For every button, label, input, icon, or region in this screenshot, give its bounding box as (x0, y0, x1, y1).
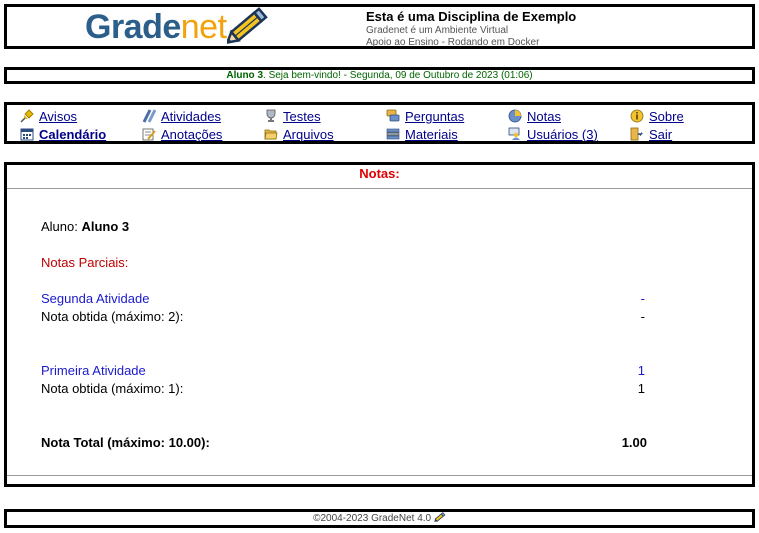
activity-name: Segunda Atividade (41, 291, 150, 306)
nav-link-testes[interactable]: Testes (283, 109, 321, 124)
course-subtitle-2: Apoio ao Ensino - Rodando em Docker (366, 37, 540, 48)
total-value: 1.00 (621, 435, 647, 450)
main-nav: Avisos Atividades Testes Perguntas Notas… (4, 102, 755, 144)
nav-item-usuarios[interactable]: Usuários (3) (508, 126, 598, 142)
nav-item-materiais[interactable]: Materiais (386, 126, 458, 142)
nav-item-testes[interactable]: Testes (264, 108, 321, 124)
trophy-icon (266, 109, 276, 122)
panel-divider-top (7, 188, 752, 189)
grade-label: Nota obtida (máximo: 2): (41, 309, 184, 324)
chat-icon (386, 109, 400, 122)
nav-link-usuarios[interactable]: Usuários (3) (527, 127, 598, 142)
nav-link-avisos[interactable]: Avisos (39, 109, 77, 124)
header: Grade net Esta é uma Disciplina de Exempl… (4, 4, 755, 49)
course-title: Esta é uma Disciplina de Exemplo (366, 9, 577, 24)
nav-link-sair[interactable]: Sair (649, 127, 672, 142)
welcome-user: Aluno 3 (226, 70, 264, 81)
info-icon (630, 109, 644, 123)
welcome-message: . Seja bem-vindo! - Segunda, 09 de Outub… (263, 70, 533, 81)
nav-link-perguntas[interactable]: Perguntas (405, 109, 464, 124)
grade-label: Nota obtida (máximo: 1): (41, 381, 184, 396)
logo-text-net: net (180, 7, 227, 46)
nav-item-avisos[interactable]: Avisos (20, 108, 77, 124)
student-row: Aluno: Aluno 3 (41, 219, 129, 234)
nav-link-sobre[interactable]: Sobre (649, 109, 684, 124)
nav-item-atividades[interactable]: Atividades (142, 108, 221, 124)
nav-link-calendario[interactable]: Calendário (39, 127, 106, 142)
calendar-icon (20, 128, 34, 141)
nav-link-arquivos[interactable]: Arquivos (283, 127, 334, 142)
notepad-icon (142, 128, 156, 141)
activity-value: - (640, 291, 645, 306)
course-subtitle-1: Gradenet é um Ambiente Virtual (366, 25, 509, 36)
pencil-icon (226, 7, 268, 45)
nav-link-atividades[interactable]: Atividades (161, 109, 221, 124)
nav-link-anotacoes[interactable]: Anotações (161, 127, 222, 142)
gradenet-logo[interactable]: Grade net (85, 7, 271, 47)
nav-item-sair[interactable]: Sair (630, 126, 672, 142)
footer: ©2004-2023 GradeNet 4.0 (4, 509, 755, 528)
partial-grades-heading: Notas Parciais: (41, 255, 129, 270)
logo-text-grade: Grade (85, 7, 181, 46)
nav-item-arquivos[interactable]: Arquivos (264, 126, 334, 142)
nav-item-anotacoes[interactable]: Anotações (142, 126, 222, 142)
panel-title: Notas: (359, 166, 400, 181)
total-label: Nota Total (máximo: 10.00): (41, 435, 210, 450)
pencils-icon (142, 109, 156, 123)
chart-icon (508, 109, 522, 123)
student-name: Aluno 3 (81, 219, 130, 234)
activity-name: Primeira Atividade (41, 363, 146, 378)
panel-divider-bottom (7, 475, 752, 476)
grade-value: - (640, 309, 645, 324)
pin-icon (20, 109, 34, 123)
nav-item-perguntas[interactable]: Perguntas (386, 108, 464, 124)
users-icon (508, 127, 520, 140)
nav-item-notas[interactable]: Notas (508, 108, 561, 124)
welcome-bar: Aluno 3. Seja bem-vindo! - Segunda, 09 d… (4, 67, 755, 84)
nav-link-notas[interactable]: Notas (527, 109, 561, 124)
student-label: Aluno: (41, 219, 82, 234)
grade-value: 1 (637, 381, 645, 396)
activity-value: 1 (637, 363, 645, 378)
nav-item-calendario[interactable]: Calendário (20, 126, 106, 142)
exit-icon (630, 127, 643, 141)
books-icon (386, 128, 400, 140)
nav-item-sobre[interactable]: Sobre (630, 108, 684, 124)
folder-icon (264, 129, 278, 140)
nav-link-materiais[interactable]: Materiais (405, 127, 458, 142)
pencil-icon (434, 512, 446, 522)
footer-text: ©2004-2023 GradeNet 4.0 (313, 513, 432, 524)
grades-panel: Notas: Aluno: Aluno 3 Notas Parciais: Se… (4, 162, 755, 487)
